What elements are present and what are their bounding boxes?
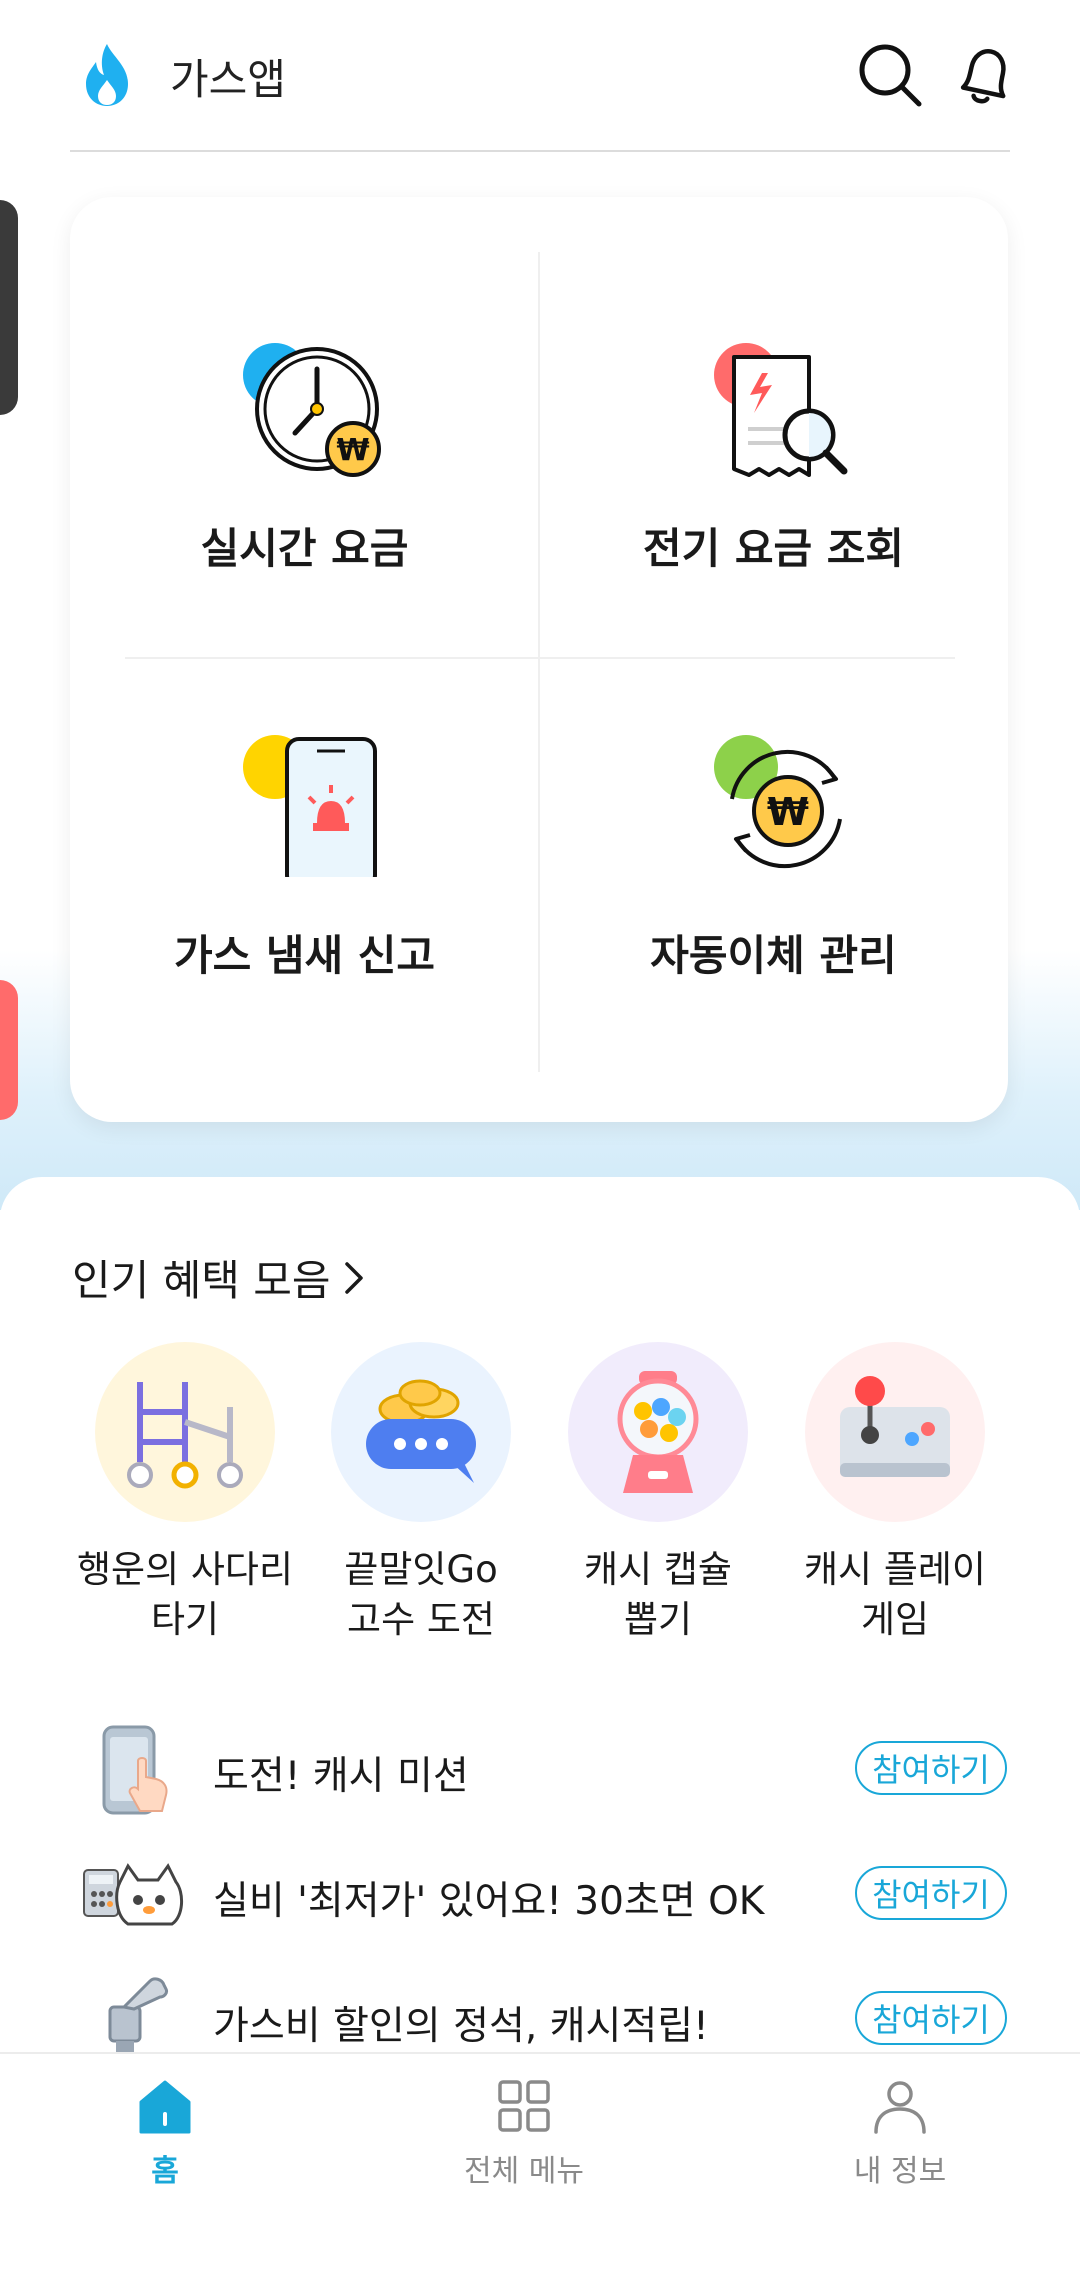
chat-coins-icon	[366, 1379, 476, 1483]
promo-label-line: 캐시 캡슐	[584, 1548, 732, 1591]
header-divider	[70, 150, 1010, 152]
app-title: 가스앱	[170, 55, 286, 104]
search-button[interactable]	[855, 40, 925, 110]
search-icon	[859, 44, 922, 107]
bill-search-icon	[714, 343, 848, 477]
ladder-icon	[127, 1382, 243, 1489]
nav-home[interactable]: 홈	[15, 2054, 315, 2204]
bottom-navigation: 홈 전체 메뉴 내 정보	[0, 2052, 1080, 2204]
side-banner-edge[interactable]	[0, 980, 18, 1120]
promo-label-line: 타기	[150, 1598, 220, 1641]
participate-button[interactable]: 참여하기	[855, 1991, 1007, 2045]
mission-row[interactable]: 도전! 캐시 미션 참여하기	[0, 1717, 1080, 1827]
tile-label: 실시간 요금	[200, 524, 409, 573]
auto-transfer-management-button[interactable]: ₩ 자동이체 관리	[539, 657, 1008, 1117]
calculator-cat-icon	[83, 1863, 183, 1926]
tile-label: 가스 냄새 신고	[173, 931, 436, 980]
promo-label-line: 행운의 사다리	[76, 1548, 293, 1591]
arcade-controller-icon	[840, 1376, 950, 1477]
promo-label: 캐시 플레이 게임	[766, 1545, 1024, 1645]
mission-text: 가스비 할인의 정석, 캐시적립!	[213, 2004, 709, 2049]
promo-icon-bg	[805, 1342, 985, 1522]
promo-label: 행운의 사다리 타기	[56, 1545, 314, 1645]
svg-text:₩: ₩	[336, 433, 369, 468]
gas-leak-report-button[interactable]: 가스 냄새 신고	[70, 657, 539, 1117]
promo-label-line: 뽑기	[623, 1598, 693, 1641]
section-title: 인기 혜택 모음	[72, 1256, 331, 1305]
promo-label-line: 게임	[860, 1598, 930, 1641]
clock-won-icon: ₩	[243, 343, 381, 477]
nav-my-info[interactable]: 내 정보	[750, 2054, 1050, 2204]
grid-icon	[498, 2080, 550, 2132]
mission-text: 도전! 캐시 미션	[213, 1754, 469, 1799]
promo-label: 끝말잇Go 고수 도전	[292, 1545, 550, 1645]
promo-label-line: 끝말잇Go	[344, 1548, 498, 1591]
popular-benefits-link[interactable]: 인기 혜택 모음	[72, 1247, 367, 1308]
promo-label: 캐시 캡슐 뽑기	[529, 1545, 787, 1645]
promo-label-line: 캐시 플레이	[804, 1548, 986, 1591]
gumball-machine-icon	[617, 1371, 699, 1493]
flame-icon	[86, 44, 128, 106]
tile-label: 자동이체 관리	[650, 931, 897, 980]
nav-label: 전체 메뉴	[464, 2154, 584, 2189]
electricity-bill-lookup-button[interactable]: 전기 요금 조회	[539, 197, 1008, 657]
chevron-right-icon	[344, 1261, 363, 1294]
participate-button[interactable]: 참여하기	[855, 1866, 1007, 1920]
notifications-button[interactable]	[950, 40, 1020, 110]
mission-row[interactable]: 실비 '최저가' 있어요! 30초면 OK 참여하기	[0, 1842, 1080, 1952]
app-header: 가스앱	[0, 0, 1080, 150]
nav-label: 내 정보	[853, 2154, 947, 2189]
promo-label-line: 고수 도전	[347, 1598, 495, 1641]
svg-text:₩: ₩	[767, 790, 809, 834]
promo-icon-bg	[331, 1342, 511, 1522]
nav-all-menu[interactable]: 전체 메뉴	[374, 2054, 674, 2204]
phone-siren-icon	[243, 735, 377, 877]
mission-text: 실비 '최저가' 있어요! 30초면 OK	[213, 1879, 765, 1924]
bell-icon	[960, 48, 1006, 104]
phone-tap-icon	[102, 1725, 168, 1815]
tile-label: 전기 요금 조회	[642, 524, 905, 573]
home-icon	[139, 2080, 191, 2134]
service-menu-card: ₩ 실시간 요금 전기 요금 조회 가스 냄새 신고 ₩ 자동이체 관리	[70, 197, 1008, 1122]
nav-label: 홈	[151, 2154, 179, 2189]
person-icon	[874, 2081, 926, 2134]
auto-transfer-icon: ₩	[714, 735, 842, 869]
participate-button[interactable]: 참여하기	[855, 1741, 1007, 1795]
promo-icon-bg	[95, 1342, 275, 1522]
realtime-fee-button[interactable]: ₩ 실시간 요금	[70, 197, 539, 657]
side-banner-edge[interactable]	[0, 200, 18, 415]
promo-icon-bg	[568, 1342, 748, 1522]
